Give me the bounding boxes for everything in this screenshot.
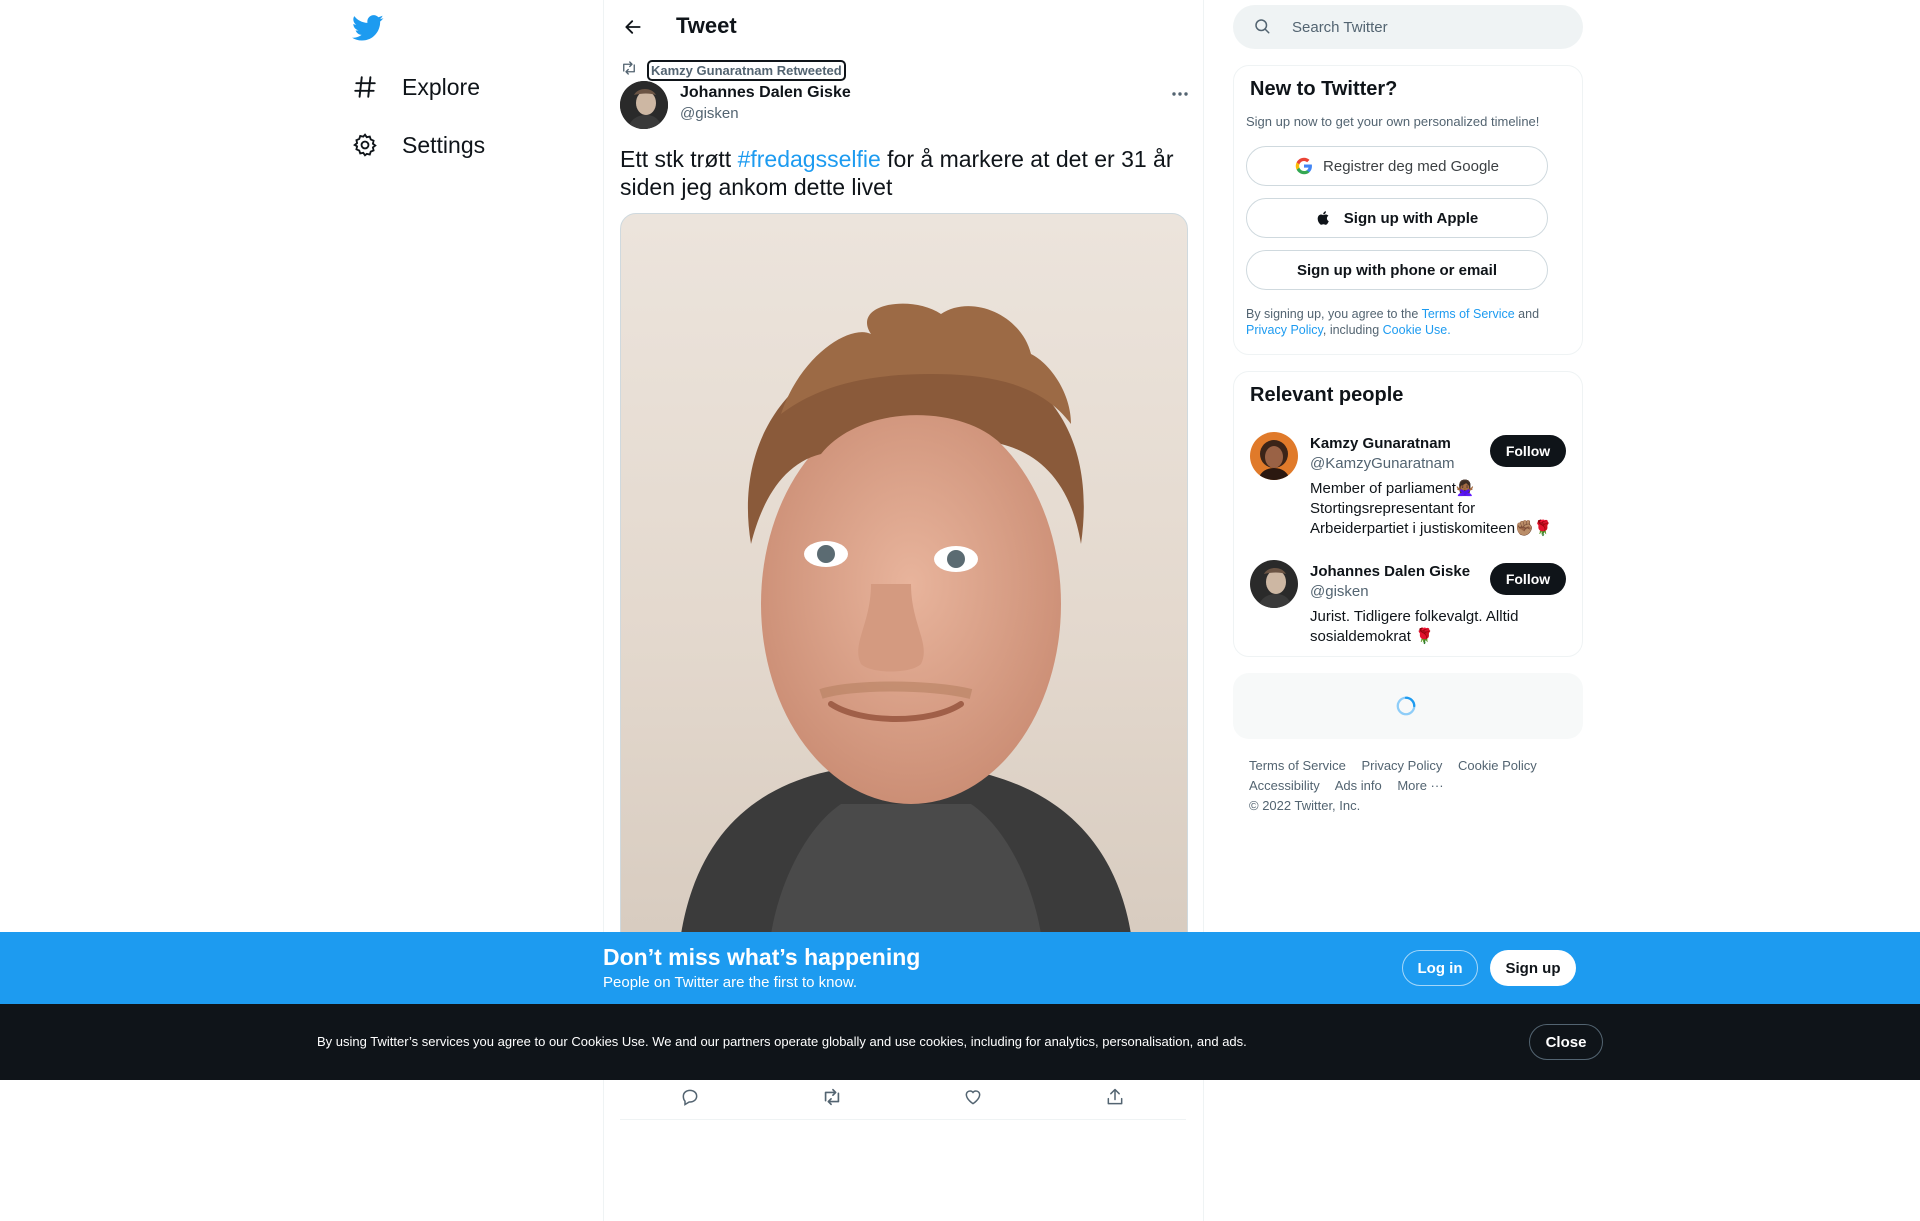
apple-signup-button[interactable]: Sign up with Apple	[1246, 198, 1548, 238]
tweet-text: Ett stk trøtt #fredagsselfie for å marke…	[620, 145, 1190, 201]
nav-item-label: Explore	[402, 73, 480, 100]
card-title: New to Twitter?	[1250, 78, 1398, 100]
avatar[interactable]	[1250, 432, 1298, 480]
apple-icon	[1316, 209, 1334, 227]
signup-banner: Don’t miss what’s happening People on Tw…	[0, 932, 1920, 1004]
author-name[interactable]: Johannes Dalen Giske	[680, 84, 851, 102]
avatar[interactable]	[1250, 560, 1298, 608]
follow-button[interactable]: Follow	[1490, 435, 1566, 467]
signup-button[interactable]: Sign up	[1490, 950, 1576, 986]
card-subtitle: Sign up now to get your own personalized…	[1246, 114, 1540, 129]
footer-link[interactable]: Accessibility	[1249, 778, 1320, 793]
apple-signup-label: Sign up with Apple	[1343, 209, 1479, 227]
reply-icon[interactable]	[675, 1082, 705, 1112]
footer-link[interactable]: More ···	[1397, 778, 1443, 793]
person-handle[interactable]: @KamzyGunaratnam	[1310, 455, 1454, 472]
footer-link[interactable]: Ads info	[1335, 778, 1382, 793]
page-title: Tweet	[676, 13, 737, 38]
gear-icon	[351, 131, 379, 159]
phone-email-signup-label: Sign up with phone or email	[1296, 261, 1497, 279]
close-button[interactable]: Close	[1529, 1024, 1603, 1060]
footer-links: Terms of Service Privacy Policy Cookie P…	[1249, 756, 1569, 816]
retweet-context: Kamzy Gunaratnam Retweeted	[620, 59, 846, 82]
share-icon[interactable]	[1100, 1082, 1130, 1112]
nav-item-settings[interactable]: Settings	[351, 120, 485, 170]
more-options-icon[interactable]	[1164, 84, 1196, 104]
hashtag-link[interactable]: #fredagsselfie	[738, 146, 881, 172]
follow-button[interactable]: Follow	[1490, 563, 1566, 595]
card-title: Relevant people	[1250, 384, 1404, 406]
phone-email-signup-button[interactable]: Sign up with phone or email	[1246, 250, 1548, 290]
retweeted-by-link[interactable]: Kamzy Gunaratnam Retweeted	[647, 60, 846, 81]
banner-title: Don’t miss what’s happening	[603, 944, 921, 970]
signup-terms: By signing up, you agree to the Terms of…	[1246, 306, 1566, 338]
divider	[620, 1119, 1186, 1120]
back-arrow-icon[interactable]	[620, 14, 646, 40]
like-icon[interactable]	[958, 1082, 988, 1112]
person-bio: Jurist. Tidligere folkevalgt. Alltid sos…	[1310, 608, 1519, 645]
person-name[interactable]: Johannes Dalen Giske	[1310, 563, 1470, 580]
twitter-logo-icon[interactable]	[352, 12, 384, 44]
cookie-bar: By using Twitter’s services you agree to…	[0, 1004, 1920, 1080]
banner-subtitle: People on Twitter are the first to know.	[603, 974, 858, 991]
tweet-photo[interactable]	[620, 213, 1188, 935]
login-button[interactable]: Log in	[1402, 950, 1478, 986]
search-icon	[1253, 17, 1273, 37]
author-handle[interactable]: @gisken	[680, 105, 739, 122]
person-name[interactable]: Kamzy Gunaratnam	[1310, 435, 1451, 452]
retweet-icon	[620, 59, 638, 82]
footer-link[interactable]: Privacy Policy	[1361, 758, 1442, 773]
cookie-use-link[interactable]: Cookie Use.	[1383, 323, 1451, 337]
google-signup-label: Registrer deg med Google	[1323, 157, 1499, 175]
trends-loading-card	[1233, 673, 1583, 739]
loading-spinner-icon	[1396, 696, 1416, 716]
person-handle[interactable]: @gisken	[1310, 583, 1369, 600]
footer-link[interactable]: Cookie Policy	[1458, 758, 1537, 773]
google-signup-button[interactable]: Registrer deg med Google	[1246, 146, 1548, 186]
privacy-policy-link[interactable]: Privacy Policy	[1246, 323, 1323, 337]
cookie-notice-text: By using Twitter’s services you agree to…	[317, 1034, 1247, 1049]
tweet-actions	[620, 1082, 1186, 1112]
new-to-twitter-card: New to Twitter? Sign up now to get your …	[1233, 65, 1583, 355]
copyright: © 2022 Twitter, Inc.	[1249, 798, 1361, 813]
search-placeholder: Search Twitter	[1292, 18, 1388, 36]
hashtag-icon	[351, 73, 379, 101]
avatar[interactable]	[620, 81, 668, 129]
relevant-people-card: Relevant people Kamzy Gunaratnam @KamzyG…	[1233, 371, 1583, 657]
tweet-text-part: Ett stk trøtt	[620, 146, 738, 172]
nav-item-label: Settings	[402, 131, 486, 158]
terms-text: , including	[1322, 323, 1383, 337]
retweet-icon[interactable]	[817, 1082, 847, 1112]
terms-text: By signing up, you agree to the	[1246, 307, 1422, 321]
google-icon	[1295, 157, 1313, 175]
nav-item-explore[interactable]: Explore	[351, 62, 480, 112]
footer-link[interactable]: Terms of Service	[1249, 758, 1346, 773]
terms-text: and	[1514, 307, 1540, 321]
terms-of-service-link[interactable]: Terms of Service	[1422, 307, 1515, 321]
person-bio: Member of parliament🙅🏾‍♀️ Stortingsrepre…	[1310, 480, 1553, 537]
search-input[interactable]: Search Twitter	[1233, 5, 1583, 49]
